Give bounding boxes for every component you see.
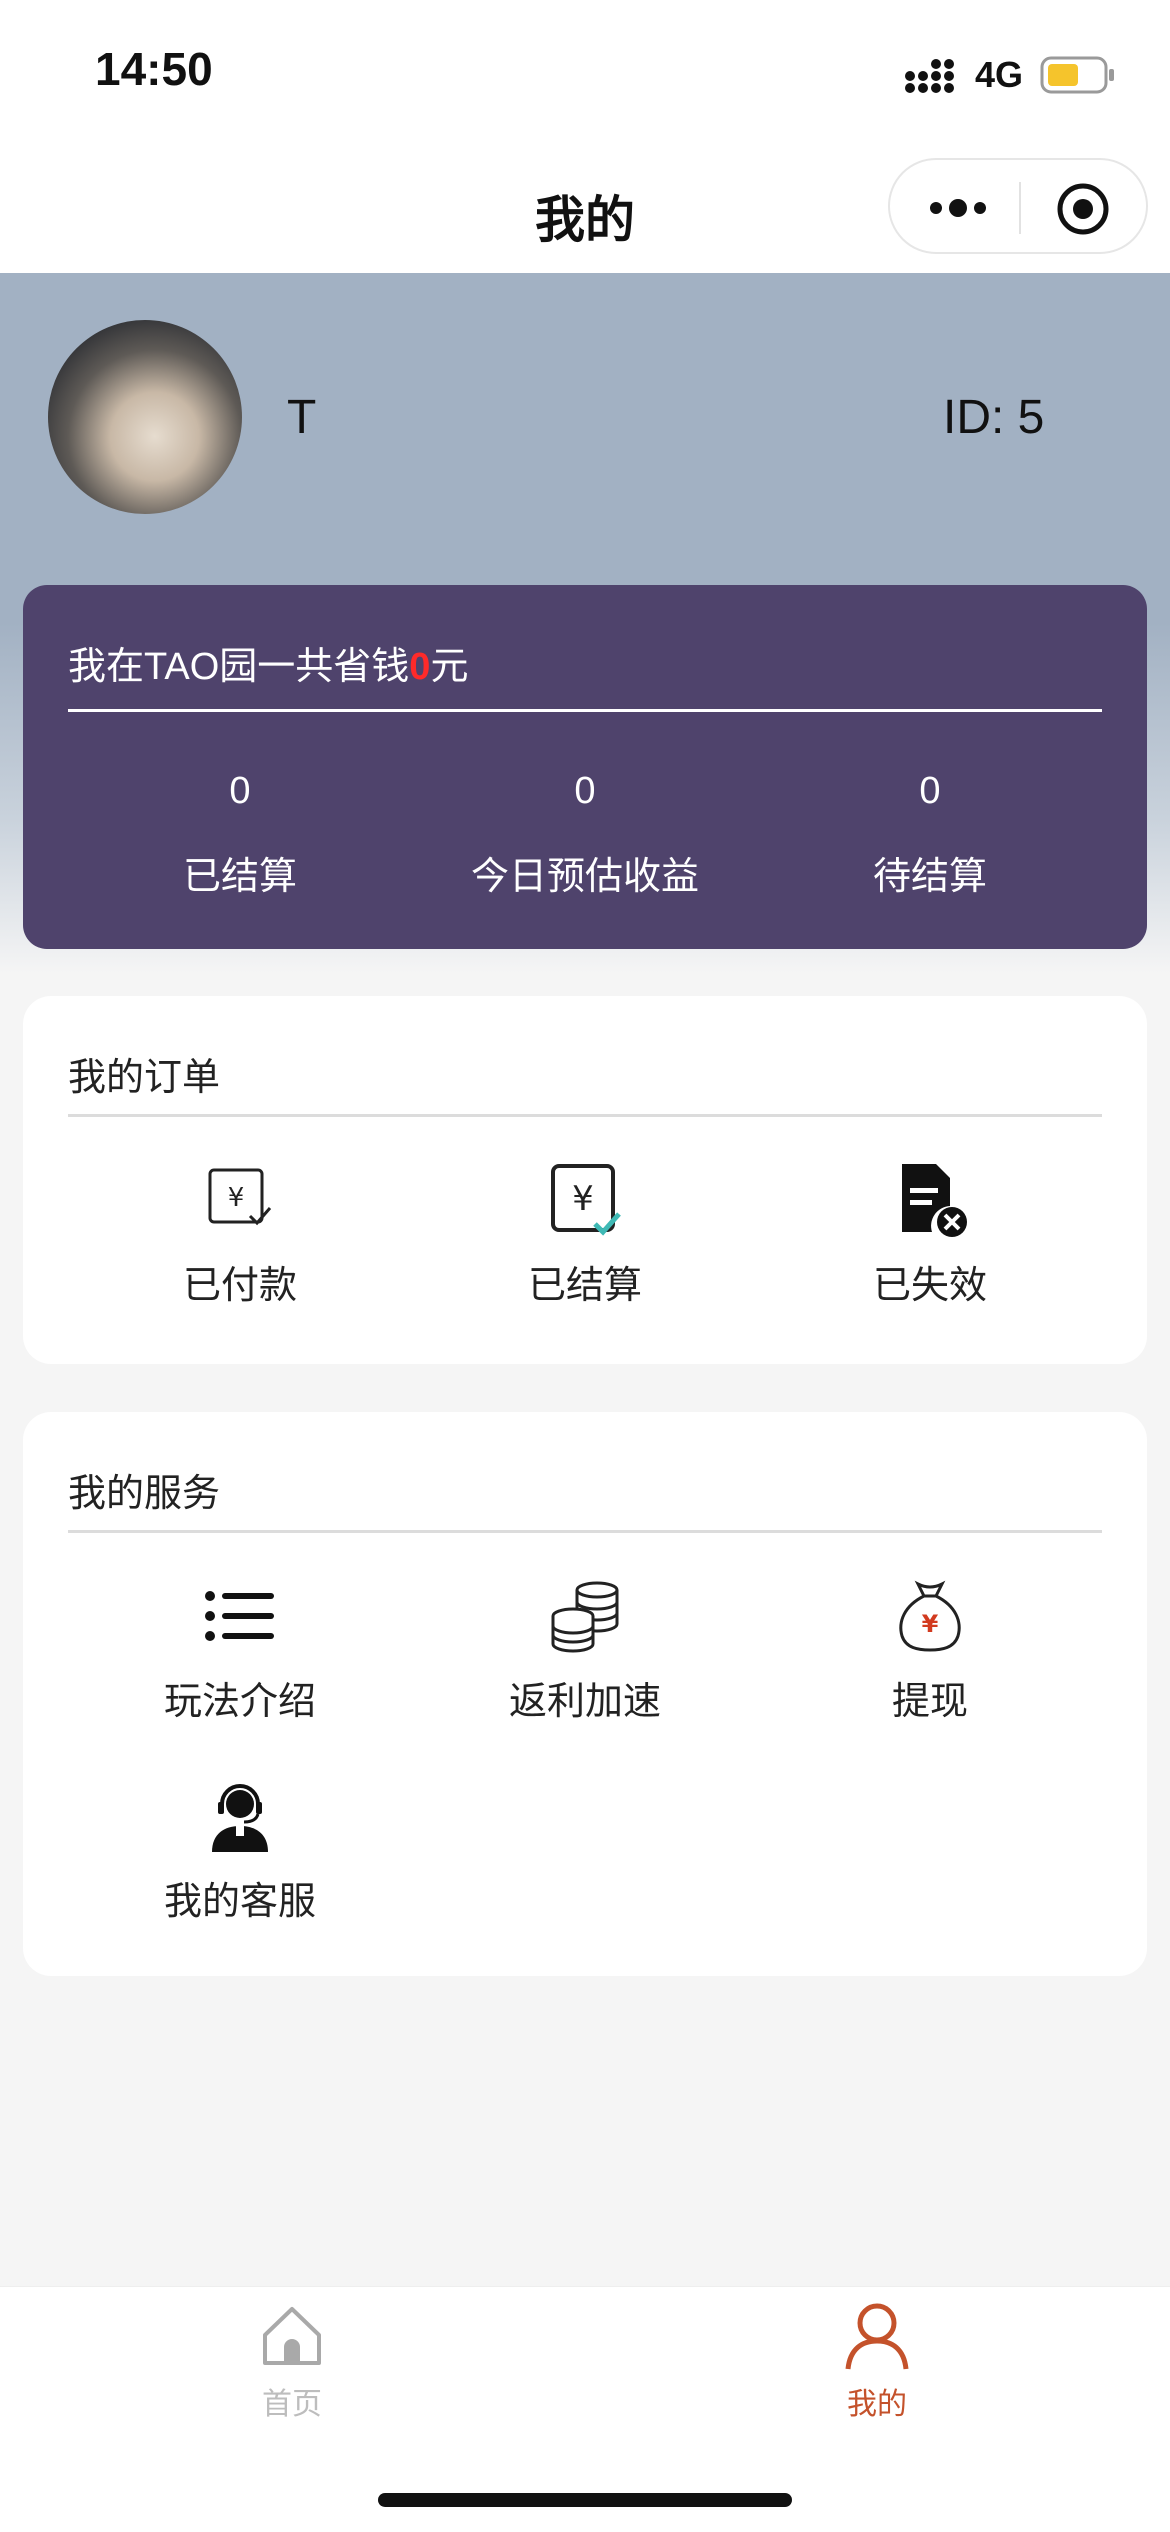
capsule-divider bbox=[1019, 182, 1021, 234]
earnings-card: 我在TAO园一共省钱0元 0 已结算 0 今日预估收益 0 待结算 bbox=[23, 585, 1147, 949]
network-label: 4G bbox=[975, 54, 1024, 95]
tab-label: 我的 bbox=[847, 2388, 907, 2421]
list-icon bbox=[205, 1591, 274, 1641]
order-paid[interactable]: ¥ 已付款 bbox=[70, 1160, 410, 1309]
user-name: T bbox=[287, 391, 317, 444]
tab-label: 首页 bbox=[262, 2388, 322, 2421]
savings-suffix: 元 bbox=[430, 646, 469, 688]
service-label: 提现 bbox=[891, 1681, 968, 1723]
status-time: 14:50 bbox=[95, 43, 213, 95]
service-rebate-boost[interactable]: 返利加速 bbox=[415, 1576, 755, 1725]
stat-label: 今日预估收益 bbox=[470, 856, 699, 898]
savings-prefix: 我在TAO园一共省钱 bbox=[68, 646, 410, 688]
stat-settled[interactable]: 0 已结算 bbox=[70, 770, 410, 900]
home-icon bbox=[263, 2307, 321, 2365]
order-label: 已失效 bbox=[872, 1265, 987, 1307]
svg-text:¥: ¥ bbox=[572, 1179, 594, 1219]
orders-title: 我的订单 bbox=[68, 1057, 221, 1099]
signal-icon bbox=[905, 59, 954, 93]
order-settled[interactable]: ¥ 已结算 bbox=[415, 1160, 755, 1309]
stat-value: 0 bbox=[919, 770, 941, 812]
user-id: ID: 5 bbox=[943, 391, 1045, 444]
service-how-to-play[interactable]: 玩法介绍 bbox=[70, 1576, 410, 1725]
services-title: 我的服务 bbox=[68, 1473, 221, 1515]
battery-icon bbox=[1040, 56, 1114, 94]
coins-stack-icon bbox=[551, 1581, 619, 1653]
service-label: 返利加速 bbox=[508, 1681, 661, 1723]
earnings-divider bbox=[68, 709, 1102, 712]
savings-amount: 0 bbox=[409, 646, 431, 688]
document-invalid-icon bbox=[902, 1164, 967, 1237]
tab-home[interactable]: 首页 bbox=[142, 2301, 442, 2423]
service-withdraw[interactable]: ¥ 提现 bbox=[760, 1576, 1100, 1725]
nav-bar: 我的 bbox=[0, 140, 1170, 273]
person-icon bbox=[845, 2303, 909, 2370]
order-label: 已付款 bbox=[182, 1265, 297, 1307]
tab-mine[interactable]: 我的 bbox=[727, 2301, 1027, 2423]
avatar[interactable] bbox=[48, 320, 242, 514]
service-label: 我的客服 bbox=[163, 1881, 316, 1923]
service-customer-service[interactable]: 我的客服 bbox=[70, 1776, 410, 1925]
order-label: 已结算 bbox=[527, 1265, 642, 1307]
stat-label: 已结算 bbox=[182, 856, 297, 898]
order-invalid[interactable]: 已失效 bbox=[760, 1160, 1100, 1309]
close-mini-icon[interactable] bbox=[1056, 182, 1110, 236]
yuan-settled-icon: ¥ bbox=[551, 1164, 621, 1236]
savings-summary: 我在TAO园一共省钱0元 bbox=[68, 635, 468, 690]
stat-value: 0 bbox=[574, 770, 596, 812]
yuan-paid-icon: ¥ bbox=[208, 1168, 272, 1226]
status-bar: 14:50 4G bbox=[0, 0, 1170, 140]
more-icon[interactable] bbox=[928, 190, 988, 226]
stat-today-estimate[interactable]: 0 今日预估收益 bbox=[415, 770, 755, 900]
stat-label: 待结算 bbox=[872, 856, 987, 898]
money-bag-icon: ¥ bbox=[899, 1580, 961, 1652]
stat-pending[interactable]: 0 待结算 bbox=[760, 770, 1100, 900]
home-indicator bbox=[378, 2493, 792, 2507]
stat-value: 0 bbox=[229, 770, 251, 812]
customer-service-icon bbox=[212, 1784, 268, 1852]
svg-text:¥: ¥ bbox=[228, 1183, 245, 1213]
mini-program-capsule bbox=[888, 158, 1148, 254]
services-card: 我的服务 玩法介绍 返利加速 ¥ 提现 我的客服 bbox=[23, 1412, 1147, 1976]
services-divider bbox=[68, 1530, 1102, 1533]
svg-text:¥: ¥ bbox=[922, 1610, 939, 1638]
orders-card: 我的订单 ¥ 已付款 ¥ 已结算 已失效 bbox=[23, 996, 1147, 1364]
orders-divider bbox=[68, 1114, 1102, 1117]
service-label: 玩法介绍 bbox=[163, 1681, 316, 1723]
